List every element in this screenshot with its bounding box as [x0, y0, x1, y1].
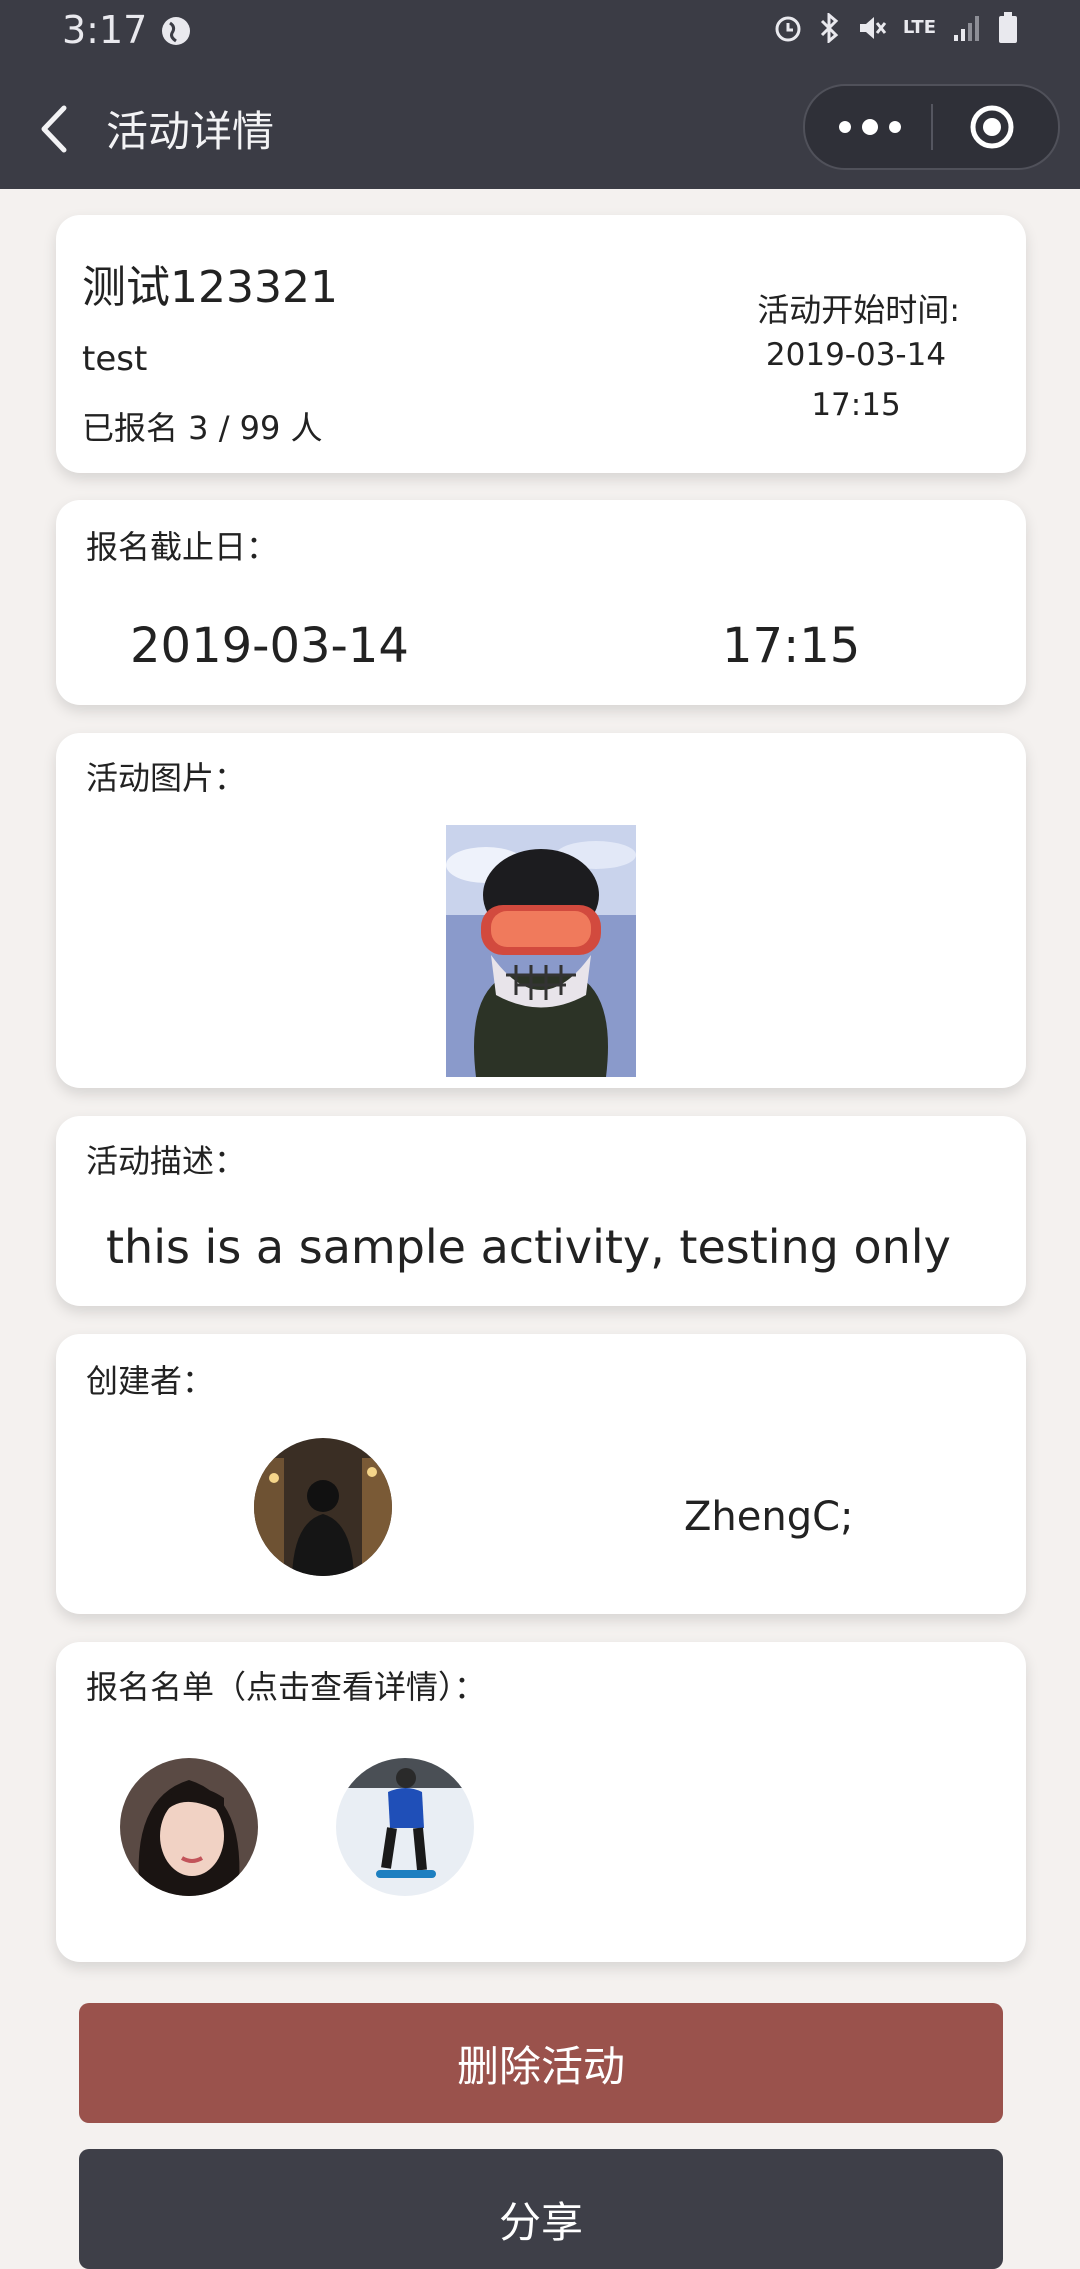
activity-image-card: 活动图片：: [56, 733, 1026, 1088]
deadline-label: 报名截止日：: [86, 528, 279, 566]
activity-image[interactable]: [446, 825, 636, 1077]
description-label: 活动描述：: [86, 1142, 247, 1180]
start-time-label: 活动开始时间:: [757, 291, 960, 329]
status-bar: 3:17 LTE: [0, 0, 1080, 62]
participant-avatar[interactable]: [336, 1758, 474, 1896]
nav-bar: 活动详情: [0, 62, 1080, 189]
battery-icon: [999, 12, 1017, 43]
activity-image-label: 活动图片：: [86, 759, 247, 797]
share-button[interactable]: 分享: [79, 2149, 1003, 2269]
signup-count: 已报名 3 / 99 人: [82, 409, 323, 447]
alarm-icon: [775, 16, 801, 42]
participants-label: 报名名单（点击查看详情）：: [86, 1668, 487, 1706]
creator-avatar[interactable]: [254, 1438, 392, 1576]
deadline-time: 17:15: [722, 618, 861, 674]
deadline-card: 报名截止日： 2019-03-14 17:15: [56, 500, 1026, 705]
description-text: this is a sample activity, testing only: [106, 1220, 951, 1274]
creator-label: 创建者：: [86, 1362, 215, 1400]
deadline-date: 2019-03-14: [130, 618, 409, 674]
mini-program-capsule: [803, 84, 1060, 170]
activity-subtitle: test: [82, 339, 148, 379]
page-title: 活动详情: [106, 107, 275, 156]
target-icon[interactable]: [969, 104, 1015, 150]
activity-summary-card: 测试123321 test 已报名 3 / 99 人 活动开始时间: 2019-…: [56, 215, 1026, 473]
description-card: 活动描述： this is a sample activity, testing…: [56, 1116, 1026, 1306]
start-date: 2019-03-14: [765, 337, 947, 373]
capsule-divider: [931, 104, 933, 150]
activity-title: 测试123321: [82, 262, 338, 313]
bluetooth-icon: [820, 13, 839, 43]
creator-name: ZhengC;: [684, 1494, 854, 1540]
participants-card: 报名名单（点击查看详情）：: [56, 1642, 1026, 1962]
delete-activity-button[interactable]: 删除活动: [79, 2003, 1003, 2123]
lte-icon: LTE: [902, 17, 936, 38]
creator-card: 创建者： ZhengC;: [56, 1334, 1026, 1614]
status-time: 3:17: [62, 8, 148, 52]
start-time: 17:15: [811, 387, 901, 423]
mute-icon: [859, 17, 887, 39]
participant-avatar[interactable]: [120, 1758, 258, 1896]
back-icon[interactable]: [36, 104, 72, 154]
more-icon[interactable]: [835, 112, 905, 142]
signal-icon: [954, 16, 979, 41]
status-icons: LTE: [773, 12, 1018, 44]
globe-icon: [162, 17, 190, 45]
